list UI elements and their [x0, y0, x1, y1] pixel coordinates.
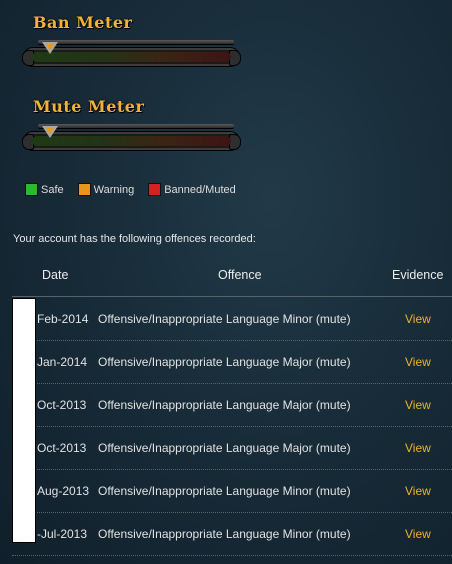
offence-description: Offensive/Inappropriate Language Major (…: [98, 355, 351, 369]
ban-meter-title: Ban Meter: [33, 13, 133, 32]
table-row: Jan-2014 Offensive/Inappropriate Languag…: [12, 340, 452, 384]
legend-label: Safe: [41, 183, 64, 196]
view-evidence-link[interactable]: View: [405, 484, 431, 498]
warning-swatch-icon: [77, 183, 91, 196]
mute-meter-marker-inner: [45, 128, 54, 134]
mute-meter: [22, 124, 241, 154]
offences-intro-text: Your account has the following offences …: [13, 233, 256, 245]
view-evidence-link[interactable]: View: [405, 527, 431, 541]
safe-swatch-icon: [25, 183, 38, 196]
table-row: -Jul-2013 Offensive/Inappropriate Langua…: [12, 512, 452, 556]
legend-item-safe: Safe: [25, 183, 64, 196]
offence-description: Offensive/Inappropriate Language Major (…: [98, 398, 351, 412]
meter-gradient: [32, 136, 231, 146]
table-row: Oct-2013 Offensive/Inappropriate Languag…: [12, 426, 452, 470]
table-row: Oct-2013 Offensive/Inappropriate Languag…: [12, 383, 452, 427]
offence-description: Offensive/Inappropriate Language Minor (…: [98, 484, 351, 498]
legend-label: Banned/Muted: [164, 183, 236, 196]
ban-meter-marker-inner: [45, 44, 54, 50]
offence-date: -Jul-2013: [37, 527, 88, 541]
offence-description: Offensive/Inappropriate Language Minor (…: [98, 312, 351, 326]
offence-date: Jan-2014: [37, 355, 88, 369]
offence-date: Feb-2014: [37, 312, 89, 326]
meter-rail: [38, 40, 234, 44]
meter-legend: Safe Warning Banned/Muted: [25, 183, 236, 196]
legend-item-warning: Warning: [77, 183, 135, 196]
banned-swatch-icon: [148, 183, 162, 196]
table-row: Aug-2013 Offensive/Inappropriate Languag…: [12, 469, 452, 513]
meter-gradient: [32, 52, 231, 62]
offence-description: Offensive/Inappropriate Language Minor (…: [98, 527, 351, 541]
legend-item-banned: Banned/Muted: [148, 183, 236, 196]
table-row: Feb-2014 Offensive/Inappropriate Languag…: [12, 297, 452, 341]
redaction-box: [12, 298, 36, 543]
view-evidence-link[interactable]: View: [405, 312, 431, 326]
ban-meter: [22, 40, 241, 70]
view-evidence-link[interactable]: View: [405, 398, 431, 412]
offence-description: Offensive/Inappropriate Language Major (…: [98, 441, 351, 455]
offence-date: Oct-2013: [37, 398, 87, 412]
mute-meter-title: Mute Meter: [33, 97, 145, 116]
offence-date: Aug-2013: [37, 484, 90, 498]
legend-label: Warning: [93, 183, 135, 196]
offence-date: Oct-2013: [37, 441, 87, 455]
meter-rail: [38, 124, 234, 128]
view-evidence-link[interactable]: View: [405, 441, 431, 455]
column-header-offence: Offence: [218, 268, 262, 282]
column-header-evidence: Evidence: [392, 268, 444, 282]
column-header-date: Date: [42, 268, 69, 282]
view-evidence-link[interactable]: View: [405, 355, 431, 369]
